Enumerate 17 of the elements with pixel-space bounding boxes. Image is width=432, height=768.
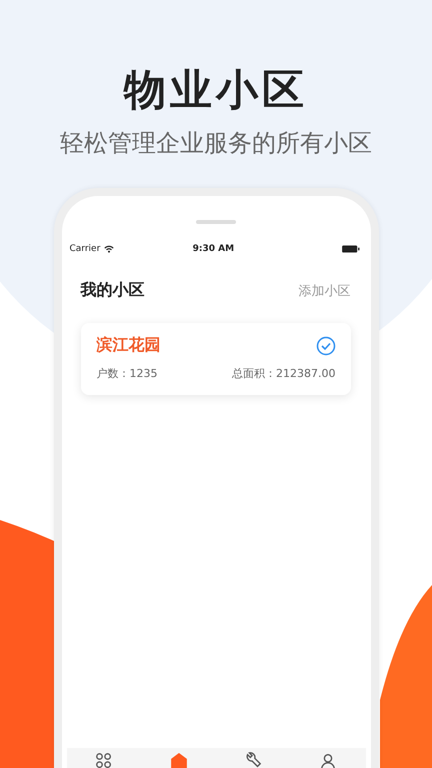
subtitle: 轻松管理企业服务的所有小区 — [60, 128, 372, 158]
wrench-icon — [244, 752, 262, 768]
wifi-icon — [104, 245, 114, 253]
community-name: 滨江花园 — [96, 335, 160, 356]
carrier-label: Carrier — [70, 244, 100, 254]
check-circle-icon[interactable] — [316, 336, 336, 356]
speaker-slot — [196, 220, 236, 224]
person-icon — [319, 752, 338, 768]
house-icon — [170, 752, 188, 768]
battery-icon — [342, 245, 360, 253]
household-count: 户数：1235 — [96, 366, 158, 381]
total-area: 总面积：212387.00 — [232, 366, 336, 381]
headline: 物业小区 — [124, 64, 308, 116]
page-title: 我的小区 — [80, 280, 144, 301]
grid-icon — [94, 752, 113, 768]
community-card[interactable]: 滨江花园 户数：1235 总面积：212387.00 — [80, 323, 350, 395]
status-time: 9:30 AM — [192, 244, 236, 254]
